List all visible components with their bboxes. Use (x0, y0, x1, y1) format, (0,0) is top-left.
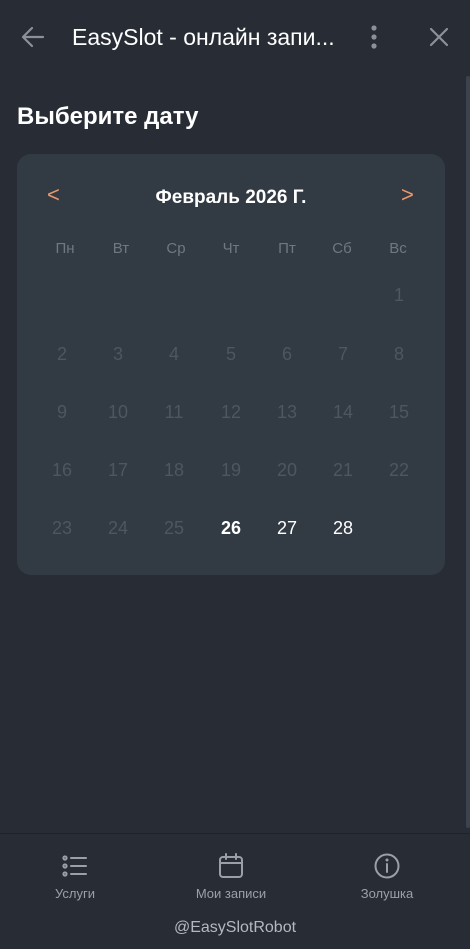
nav-item-services[interactable]: Услуги (15, 852, 135, 912)
close-icon[interactable] (428, 26, 450, 48)
next-month-button[interactable]: > (401, 182, 414, 208)
calendar-day: 13 (276, 402, 298, 422)
calendar-day: 23 (51, 518, 73, 538)
calendar-day-today[interactable]: 26 (203, 513, 259, 543)
nav-item-my-bookings[interactable]: Мои записи (171, 852, 291, 912)
weekday-label: Чт (222, 240, 240, 257)
calendar-day: 21 (332, 460, 354, 480)
more-vertical-icon[interactable] (366, 24, 382, 50)
calendar-day-available[interactable]: 28 (315, 513, 371, 543)
calendar-day: 22 (388, 460, 410, 480)
scrollbar[interactable] (466, 76, 470, 828)
calendar-icon (219, 853, 243, 878)
calendar-day: 10 (107, 402, 129, 422)
nav-label: Золушка (360, 886, 414, 901)
prev-month-button[interactable]: < (47, 182, 60, 208)
weekday-label: Пт (278, 240, 296, 257)
window-title: EasySlot - онлайн запи... (72, 24, 335, 50)
calendar-day: 5 (225, 344, 236, 364)
calendar-day: 9 (56, 402, 67, 422)
calendar-day: 14 (332, 402, 354, 422)
page-title: Выберите дату (17, 103, 199, 130)
list-icon (62, 855, 87, 877)
calendar-day-available[interactable]: 27 (259, 513, 315, 543)
weekday-label: Сб (332, 240, 352, 257)
calendar-day: 12 (220, 402, 242, 422)
calendar-day: 15 (388, 402, 410, 422)
calendar-day: 1 (393, 285, 404, 305)
calendar-day: 11 (164, 402, 184, 422)
bot-handle[interactable]: @EasySlotRobot (0, 918, 470, 938)
calendar-day: 19 (220, 460, 242, 480)
nav-label: Мои записи (195, 886, 267, 901)
calendar-day: 8 (393, 344, 404, 364)
weekday-label: Вт (112, 240, 130, 257)
calendar-day: 16 (51, 460, 73, 480)
calendar-day: 17 (107, 460, 129, 480)
calendar-day: 24 (107, 518, 129, 538)
calendar-day: 3 (112, 344, 123, 364)
weekday-label: Вс (389, 240, 407, 257)
calendar-day: 20 (276, 460, 298, 480)
nav-label: Услуги (55, 886, 95, 901)
calendar-day: 7 (337, 344, 348, 364)
calendar-day: 4 (168, 344, 179, 364)
calendar-day: 18 (163, 460, 185, 480)
weekday-label: Пн (55, 240, 75, 257)
month-label: Февраль 2026 Г. (155, 187, 307, 208)
calendar-day: 6 (281, 344, 292, 364)
info-icon (374, 853, 400, 879)
nav-item-info[interactable]: Золушка (327, 852, 447, 912)
calendar-day: 25 (163, 518, 185, 538)
arrow-left-icon[interactable] (20, 24, 46, 50)
weekday-label: Ср (166, 240, 186, 257)
app-header: EasySlot - онлайн запи... (0, 0, 470, 72)
calendar-day: 2 (56, 344, 67, 364)
